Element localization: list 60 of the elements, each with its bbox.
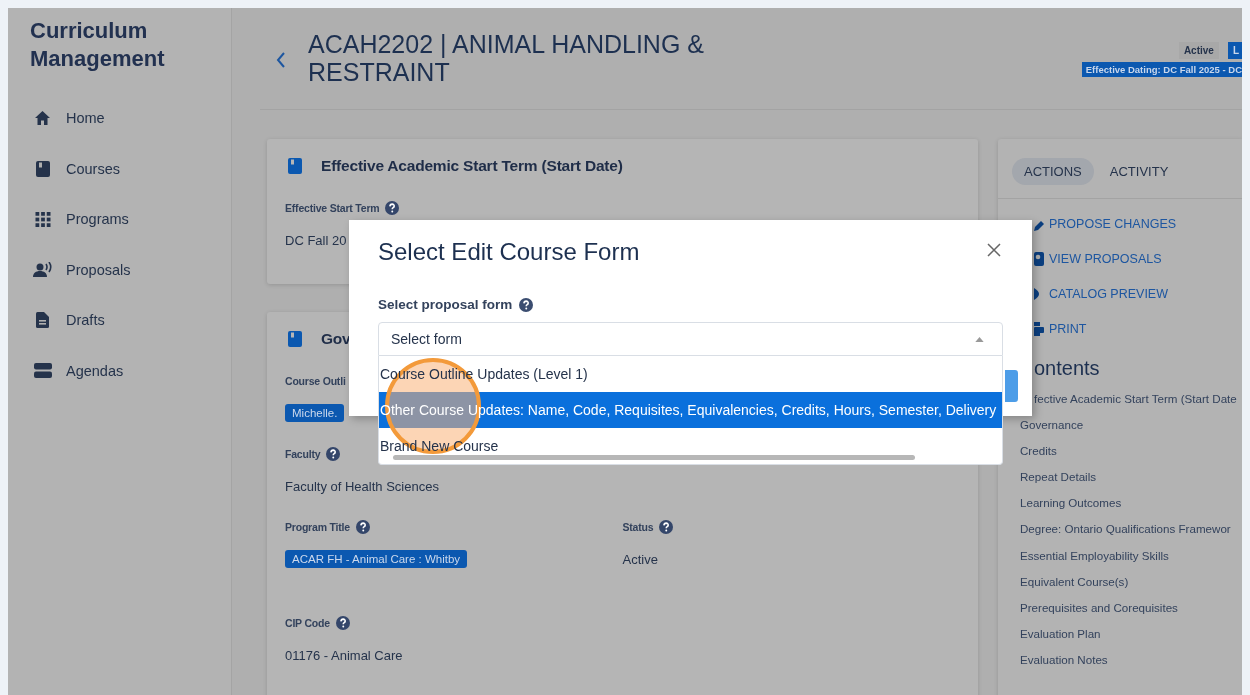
contents-link[interactable]: fective Academic Start Term (Start Date bbox=[1034, 386, 1237, 413]
contents-link[interactable]: Prerequisites and Corequisites bbox=[1020, 594, 1178, 621]
tab[interactable]: ACTIVITY bbox=[1097, 158, 1181, 185]
nav-item[interactable]: Agendas bbox=[34, 362, 124, 379]
person-speaking-icon bbox=[32, 261, 53, 278]
dating-badge: Effective Dating: DC Fall 2025 - DC bbox=[1081, 62, 1242, 77]
back-icon bbox=[276, 52, 286, 68]
contents-link[interactable]: Learning Outcomes bbox=[1020, 490, 1122, 517]
status-badge: Active bbox=[1178, 42, 1219, 59]
contents-link[interactable]: Governance bbox=[1020, 412, 1084, 439]
nav-item[interactable]: Home bbox=[34, 110, 105, 127]
field-label: Select proposal form bbox=[378, 297, 513, 312]
nav-item[interactable]: Courses bbox=[34, 160, 120, 177]
field-label: Course Outli bbox=[285, 375, 346, 387]
printer-icon bbox=[1034, 322, 1044, 336]
page-title: ACAH2202 | ANIMAL HANDLING & RESTRAINT bbox=[308, 30, 705, 88]
action-link[interactable]: PRINT bbox=[1049, 322, 1087, 336]
close-button[interactable] bbox=[987, 243, 1001, 257]
contents-link[interactable]: Evaluation Plan bbox=[1020, 620, 1101, 647]
contents-link[interactable]: Credits bbox=[1020, 438, 1057, 465]
modal-title: Select Edit Course Form bbox=[378, 238, 640, 266]
stack-icon bbox=[33, 363, 52, 379]
field-value: Faculty of Health Sciences bbox=[285, 478, 439, 494]
nav-item[interactable]: Programs bbox=[34, 211, 129, 228]
book-icon bbox=[35, 160, 50, 177]
nav-item[interactable]: Drafts bbox=[34, 312, 105, 329]
card-title: Gov bbox=[321, 330, 351, 348]
grid-icon bbox=[34, 211, 51, 227]
contents-link[interactable]: Essential Employability Skills bbox=[1020, 542, 1169, 569]
action-link[interactable]: VIEW PROPOSALS bbox=[1049, 252, 1162, 266]
badge: L bbox=[1227, 42, 1242, 59]
action-link[interactable]: PROPOSE CHANGES bbox=[1049, 217, 1177, 231]
tab[interactable]: ACTIONS bbox=[1012, 158, 1094, 185]
field-value: 01176 - Animal Care bbox=[285, 647, 403, 663]
book-icon bbox=[288, 158, 302, 174]
app-title: Curriculum Management bbox=[30, 17, 166, 73]
field-label: Status bbox=[622, 521, 654, 533]
book-icon bbox=[288, 331, 302, 347]
tag: Michelle. bbox=[285, 404, 345, 422]
contents-link[interactable]: Degree: Ontario Qualifications Framewor bbox=[1020, 516, 1231, 543]
action-link[interactable]: CATALOG PREVIEW bbox=[1049, 287, 1168, 301]
field-label: CIP Code bbox=[285, 617, 330, 629]
scrollbar[interactable] bbox=[393, 455, 915, 460]
field-label: Effective Start Term bbox=[285, 202, 380, 214]
field-label: Faculty bbox=[285, 448, 321, 460]
tag: ACAR FH - Animal Care : Whitby bbox=[285, 550, 468, 568]
primary-button[interactable] bbox=[1005, 370, 1018, 402]
caret-icon bbox=[975, 336, 984, 342]
field-label: Program Title bbox=[285, 521, 350, 533]
contents-link[interactable]: Evaluation Notes bbox=[1020, 646, 1108, 674]
field-value: DC Fall 20 bbox=[285, 232, 347, 248]
file-icon bbox=[36, 312, 49, 329]
contents-link[interactable]: Repeat Details bbox=[1020, 464, 1097, 491]
contents-heading: ontents bbox=[1034, 357, 1100, 381]
select-field[interactable]: Select form bbox=[378, 322, 1003, 356]
home-icon bbox=[34, 110, 51, 127]
nav-item[interactable]: Proposals bbox=[34, 261, 131, 278]
card-title: Effective Academic Start Term (Start Date) bbox=[321, 157, 623, 175]
contents-link[interactable]: Equivalent Course(s) bbox=[1020, 568, 1129, 595]
field-value: Active bbox=[622, 551, 658, 567]
